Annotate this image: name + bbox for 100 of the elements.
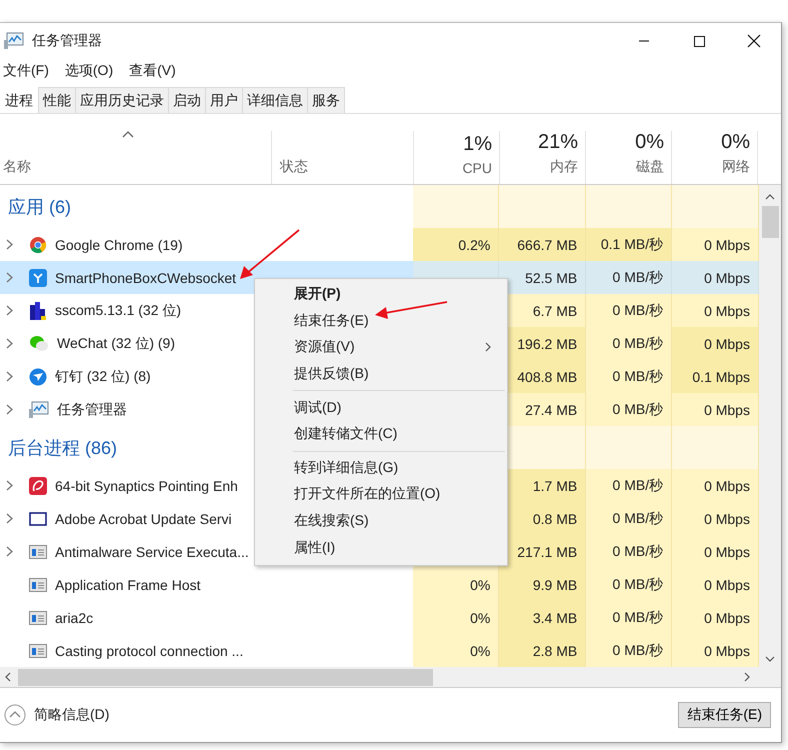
close-icon[interactable] xyxy=(746,34,760,48)
usage-percent: 0% xyxy=(721,131,750,154)
usage-cell: 0 MB/秒 xyxy=(586,360,672,393)
name-cell[interactable]: Casting protocol connection ... xyxy=(0,634,272,667)
usage-cell: 0 Mbps xyxy=(672,393,759,426)
column-header[interactable]: 磁盘 xyxy=(636,158,664,176)
usage-cell: 0 MB/秒 xyxy=(586,393,672,426)
usage-cell: 0 MB/秒 xyxy=(586,327,672,360)
menu-item[interactable]: 文件(F) xyxy=(3,62,49,80)
expand-chevron-icon[interactable] xyxy=(6,338,13,349)
usage-cell: 0 Mbps xyxy=(672,261,759,294)
expand-chevron-icon[interactable] xyxy=(6,371,13,382)
tab[interactable]: 用户 xyxy=(205,87,243,113)
tab[interactable]: 启动 xyxy=(168,87,206,113)
window-title: 任务管理器 xyxy=(32,32,102,50)
process-name: 钉钉 (32 位) (8) xyxy=(55,368,151,386)
usage-cell: 666.7 MB xyxy=(499,228,586,261)
usage-cell: 0 MB/秒 xyxy=(586,535,672,568)
annotation-arrow xyxy=(238,228,302,282)
name-cell[interactable]: Google Chrome (19) xyxy=(0,228,272,261)
usage-cell: 0 Mbps xyxy=(672,502,759,535)
column-header[interactable]: 名称 xyxy=(3,158,31,176)
usage-cell: 0% xyxy=(413,634,500,667)
usage-cell: 0 MB/秒 xyxy=(586,261,672,294)
group-heading: 后台进程 (86) xyxy=(8,436,118,460)
paper-plane-icon xyxy=(29,368,47,386)
horizontal-scrollbar[interactable] xyxy=(0,667,781,688)
expand-chevron-icon[interactable] xyxy=(6,239,13,250)
usage-cell: 0 Mbps xyxy=(672,327,759,360)
expand-chevron-icon[interactable] xyxy=(6,546,13,557)
chrome-icon xyxy=(29,236,47,254)
service-icon xyxy=(29,544,47,560)
group-heading: 应用 (6) xyxy=(8,196,71,218)
fewer-details-link[interactable]: 简略信息(D) xyxy=(34,706,110,724)
expand-chevron-icon[interactable] xyxy=(6,404,13,415)
usage-cell: 0 Mbps xyxy=(672,634,759,667)
usage-cell: 9.9 MB xyxy=(499,568,586,601)
tab[interactable]: 应用历史记录 xyxy=(75,87,169,113)
process-name: sscom5.13.1 (32 位) xyxy=(55,302,182,320)
scroll-right-icon[interactable] xyxy=(743,672,751,682)
expand-chevron-icon[interactable] xyxy=(6,480,13,491)
maximize-icon[interactable] xyxy=(692,35,704,47)
column-header[interactable]: 内存 xyxy=(550,158,578,176)
usage-cell: 0.1 MB/秒 xyxy=(586,228,672,261)
process-name: 任务管理器 xyxy=(57,400,127,418)
usage-cell: 3.4 MB xyxy=(499,601,586,634)
process-name: Application Frame Host xyxy=(55,576,201,592)
service-icon xyxy=(29,610,47,626)
usage-cell: 52.5 MB xyxy=(499,261,586,294)
usage-percent: 0% xyxy=(635,131,664,154)
usage-percent: 21% xyxy=(538,131,578,154)
usage-cell: 0 Mbps xyxy=(672,228,759,261)
sort-caret-icon[interactable] xyxy=(122,131,134,138)
name-cell[interactable]: aria2c xyxy=(0,601,272,634)
usage-cell: 0.2% xyxy=(413,228,500,261)
usage-cell: 0 MB/秒 xyxy=(586,294,672,327)
column-header[interactable]: 网络 xyxy=(722,158,750,176)
usage-cell: 0 MB/秒 xyxy=(586,568,672,601)
name-cell[interactable]: Application Frame Host xyxy=(0,568,272,601)
collapse-icon[interactable] xyxy=(4,704,26,726)
name-cell[interactable]: SmartPhoneBoxCWebsocket xyxy=(0,261,272,294)
service-icon xyxy=(29,576,47,592)
process-name: aria2c xyxy=(55,610,94,626)
menu-item[interactable]: 查看(V) xyxy=(129,62,176,80)
window-icon xyxy=(29,510,47,526)
usage-cell: 2.8 MB xyxy=(499,634,586,667)
expand-chevron-icon[interactable] xyxy=(6,305,13,316)
monitor-icon xyxy=(4,32,24,50)
usage-cell: 0 MB/秒 xyxy=(586,601,672,634)
usage-cell: 0 Mbps xyxy=(672,535,759,568)
monitor-icon xyxy=(29,400,49,418)
scrollbar-thumb[interactable] xyxy=(762,206,778,238)
usage-cell: 0 Mbps xyxy=(672,568,759,601)
process-name: SmartPhoneBoxCWebsocket xyxy=(55,270,236,286)
expand-chevron-icon[interactable] xyxy=(6,513,13,524)
column-header[interactable]: 状态 xyxy=(280,158,308,176)
service-icon xyxy=(29,642,47,658)
usage-cell: 0% xyxy=(413,568,500,601)
scroll-up-icon[interactable] xyxy=(765,193,775,200)
end-task-button[interactable]: 结束任务(E) xyxy=(678,702,771,728)
tower-icon xyxy=(29,300,47,320)
usage-cell: 0 Mbps xyxy=(672,601,759,634)
process-name: Antimalware Service Executa... xyxy=(55,544,249,560)
app-icon xyxy=(29,268,47,286)
usage-percent: 1% xyxy=(463,133,492,156)
expand-chevron-icon[interactable] xyxy=(6,272,13,283)
scroll-down-icon[interactable] xyxy=(765,656,775,663)
usage-cell: 217.1 MB xyxy=(499,535,586,568)
process-name: Adobe Acrobat Update Servi xyxy=(55,510,232,526)
vertical-scrollbar[interactable] xyxy=(759,185,781,667)
usage-cell: 0 MB/秒 xyxy=(586,502,672,535)
tab[interactable]: 服务 xyxy=(307,87,345,113)
column-header[interactable]: CPU xyxy=(462,160,492,176)
process-name: Google Chrome (19) xyxy=(55,236,183,252)
usage-cell: 0 MB/秒 xyxy=(586,634,672,667)
tab[interactable]: 详细信息 xyxy=(242,87,308,113)
scroll-left-icon[interactable] xyxy=(4,672,12,682)
tab[interactable]: 性能 xyxy=(38,87,76,113)
menu-item[interactable]: 选项(O) xyxy=(64,62,114,80)
usage-cell: 0 MB/秒 xyxy=(586,469,672,502)
